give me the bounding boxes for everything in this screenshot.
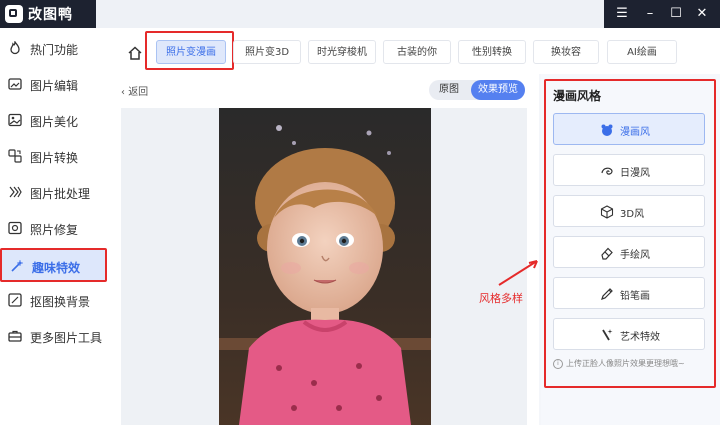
sidebar-item-label: 图片编辑 [30,79,79,93]
app-logo-icon [5,5,23,23]
preview-view-button[interactable]: 效果预览 [471,80,525,100]
image-beautify-icon [8,112,22,127]
sidebar-item-label: 照片修复 [30,223,79,237]
minimize-icon[interactable]: – [640,4,660,24]
menu-icon[interactable]: ☰ [612,4,632,24]
panel-highlight-box [544,79,716,388]
sidebar-item-label: 更多图片工具 [30,331,103,345]
sidebar-item-label: 趣味特效 [32,261,81,275]
title-bar-band [96,0,604,28]
image-convert-icon [8,148,22,163]
back-button[interactable]: ‹ 返回 [121,83,148,98]
annotation-label: 风格多样 [479,292,523,305]
magic-wand-icon [10,258,24,272]
sidebar-item-image-edit[interactable]: 图片编辑 [0,68,107,102]
close-icon[interactable]: ✕ [692,4,712,24]
home-icon[interactable] [127,45,143,61]
tab-photo-to-3d[interactable]: 照片变3D [233,40,301,64]
sidebar-item-batch[interactable]: 图片批处理 [0,176,107,210]
sidebar-item-more-tools[interactable]: 更多图片工具 [0,320,107,354]
batch-process-icon [8,184,22,198]
tab-makeup[interactable]: 换妆容 [533,40,599,64]
fire-icon [8,40,22,55]
sidebar-item-image-convert[interactable]: 图片转换 [0,140,107,174]
tab-ai-painting[interactable]: AI绘画 [607,40,677,64]
tab-photo-to-comic[interactable]: 照片变漫画 [156,40,226,64]
sidebar-item-label: 图片美化 [30,115,79,129]
photo-repair-icon [8,220,22,235]
maximize-icon[interactable]: ☐ [666,4,686,24]
image-edit-icon [8,76,22,90]
sidebar-item-fun-effects[interactable]: 趣味特效 [0,248,107,282]
app-logo-area: 改图鸭 [0,0,96,28]
sidebar-item-label: 热门功能 [30,43,79,57]
tab-gender-swap[interactable]: 性别转换 [458,40,526,64]
sidebar-item-image-beautify[interactable]: 图片美化 [0,104,107,138]
view-toggle: 原图 效果预览 [429,80,525,100]
annotation-arrow-icon [498,260,538,286]
sidebar: 热门功能 图片编辑 图片美化 图片转换 图片批处理 照片修复 趣味特效 抠图换背… [0,28,108,425]
sidebar-item-hot[interactable]: 热门功能 [0,32,107,66]
sidebar-item-label: 图片转换 [30,151,79,165]
sidebar-item-label: 抠图换背景 [30,295,91,309]
comic-portrait-image [219,108,431,425]
feature-tab-bar: 照片变漫画 照片变3D 时光穿梭机 古装的你 性别转换 换妆容 AI绘画 [107,28,720,74]
sidebar-item-cutout[interactable]: 抠图换背景 [0,284,107,318]
app-name: 改图鸭 [28,7,73,23]
tab-ancient-costume[interactable]: 古装的你 [383,40,451,64]
sidebar-item-photo-repair[interactable]: 照片修复 [0,212,107,246]
cutout-icon [8,292,22,307]
preview-area: ‹ 返回 原图 效果预览 [107,74,539,425]
back-label: 返回 [128,87,149,98]
toolbox-icon [8,328,22,342]
tab-time-machine[interactable]: 时光穿梭机 [308,40,376,64]
original-view-button[interactable]: 原图 [429,80,469,100]
title-bar: 改图鸭 ☰ – ☐ ✕ [0,0,720,28]
sidebar-item-label: 图片批处理 [30,187,91,201]
